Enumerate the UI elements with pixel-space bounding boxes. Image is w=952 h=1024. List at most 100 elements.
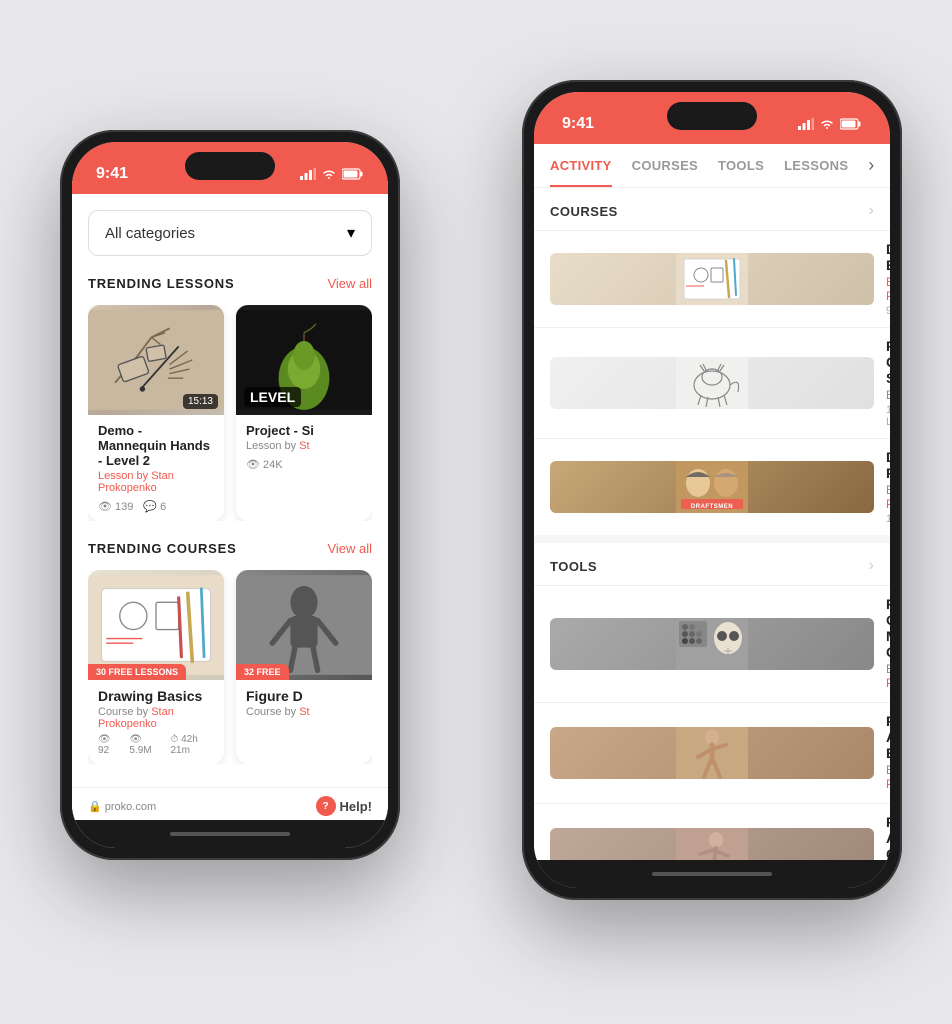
nav-tabs: ACTIVITY COURSES TOOLS LESSONS › <box>534 144 890 188</box>
nav-more-button[interactable]: › <box>868 155 874 176</box>
course-list-title-draftsmen: Draftsmen Podcast <box>886 449 890 481</box>
lesson-info-2: Project - Si Lesson by St 👁 24K <box>236 415 372 479</box>
lesson-thumb-1: 15:13 <box>88 305 224 415</box>
time-right: 9:41 <box>562 115 594 133</box>
course-list-title-ethan: Poses for Artists - Ethan <box>886 713 890 761</box>
category-label: All categories <box>105 225 195 242</box>
course-thumb-1: 30 FREE LESSONS <box>88 570 224 680</box>
lesson-title-1: Demo - Mannequin Hands - Level 2 <box>98 423 214 468</box>
course-list-lessons-proko-sampler: 19 Lessons <box>886 404 890 428</box>
courses-section: COURSES › <box>534 188 890 535</box>
course-card-2[interactable]: 32 FREE Figure D Course by St <box>236 570 372 764</box>
svg-text:DRAFTSMEN: DRAFTSMEN <box>691 504 733 510</box>
draftsmen-thumb: DRAFTSMEN <box>676 461 748 513</box>
left-screen-content: All categories ▾ TRENDING LESSONS View a… <box>72 194 388 848</box>
status-bar-left: 9:41 <box>72 142 388 194</box>
tab-courses[interactable]: COURSES <box>632 144 698 187</box>
course-stats-1: 👁 92 👁 5.9M ⏱ 42h 21m <box>98 734 214 756</box>
tab-lessons[interactable]: LESSONS <box>784 144 848 187</box>
wifi-icon <box>321 168 337 180</box>
lesson-card-1[interactable]: 15:13 Demo - Mannequin Hands - Level 2 L… <box>88 305 224 521</box>
course-list-item-draftsmen[interactable]: DRAFTSMEN Draftsmen Podcast By Stan Prok… <box>534 438 890 535</box>
help-button-left[interactable]: ? Help! <box>316 796 373 816</box>
course-list-item-markers[interactable]: Proko OLO Markers - Grays ... By Stan Pr… <box>534 585 890 702</box>
thumb-christy <box>550 828 874 860</box>
course-list-item-christy[interactable]: Poses for Artists - Christy By Stan Prok… <box>534 803 890 860</box>
home-bar-right <box>652 872 772 876</box>
courses-section-title: COURSES <box>550 204 618 219</box>
course-title-1: Drawing Basics <box>98 688 214 704</box>
battery-icon-right <box>840 118 862 130</box>
left-bottom-bar: 🔒 proko.com ? Help! <box>72 787 388 820</box>
phone-left: 9:41 <box>60 130 400 860</box>
thumb-markers <box>550 618 874 670</box>
left-url: 🔒 proko.com <box>88 800 156 813</box>
courses-section-arrow[interactable]: › <box>869 202 874 220</box>
battery-icon <box>342 168 364 180</box>
course-list-item-drawing-basics[interactable]: Drawing Basics By Stan Prokopenko 92 Les… <box>534 230 890 327</box>
course-list-lessons-draftsmen: 106 Lessons <box>886 513 890 525</box>
time-left: 9:41 <box>96 165 128 183</box>
course-list-title-christy: Poses for Artists - Christy <box>886 814 890 860</box>
trending-courses-view-all[interactable]: View all <box>327 541 372 556</box>
course-free-badge-1: 30 FREE LESSONS <box>88 664 186 680</box>
trending-courses-section: TRENDING COURSES View all <box>88 541 372 764</box>
course-list-info-proko-sampler: Proko Course Sampler By Proko 19 Lessons <box>886 338 890 428</box>
thumb-draftsmen: DRAFTSMEN <box>550 461 874 513</box>
tools-section-header: TOOLS › <box>534 543 890 585</box>
course-cards-row: 30 FREE LESSONS Drawing Basics Course by… <box>88 570 372 764</box>
course-list-info-markers: Proko OLO Markers - Grays ... By Stan Pr… <box>886 596 890 692</box>
lesson-badge-2: LEVEL <box>244 387 301 407</box>
right-screen-content[interactable]: COURSES › <box>534 188 890 860</box>
course-list-info-drawing-basics: Drawing Basics By Stan Prokopenko 92 Les… <box>886 241 890 317</box>
course-list-title-drawing-basics: Drawing Basics <box>886 241 890 273</box>
course-list-info-draftsmen: Draftsmen Podcast By Stan Prokopenko 106… <box>886 449 890 525</box>
course-list-by-drawing-basics: By Stan Prokopenko <box>886 275 890 303</box>
tools-section: TOOLS › <box>534 543 890 860</box>
status-icons-left <box>300 168 364 180</box>
home-bar-left <box>170 832 290 836</box>
thumb-ethan <box>550 727 874 779</box>
lessons-row: 15:13 Demo - Mannequin Hands - Level 2 L… <box>88 305 372 521</box>
course-list-info-christy: Poses for Artists - Christy By Stan Prok… <box>886 814 890 860</box>
status-icons-right <box>798 118 862 130</box>
thumb-drawing-basics <box>550 253 874 305</box>
course-list-item-proko-sampler[interactable]: Proko Course Sampler By Proko 19 Lessons <box>534 327 890 438</box>
lesson-stats-1: 👁 139 💬 6 <box>98 500 214 513</box>
lesson-by-2: Lesson by St <box>246 440 362 452</box>
phone-right: 9:41 <box>522 80 902 900</box>
category-selector[interactable]: All categories ▾ <box>88 210 372 256</box>
trending-courses-title: TRENDING COURSES <box>88 541 237 556</box>
course-info-1: Drawing Basics Course by Stan Prokopenko… <box>88 680 224 764</box>
status-bar-right: 9:41 <box>534 92 890 144</box>
course-list-by-draftsmen: By Stan Prokopenko <box>886 483 890 511</box>
courses-section-header: COURSES › <box>534 188 890 230</box>
phone-right-screen: 9:41 <box>534 92 890 888</box>
trending-courses-header: TRENDING COURSES View all <box>88 541 372 556</box>
course-list-item-ethan[interactable]: Poses for Artists - Ethan By Stan Prokop… <box>534 702 890 803</box>
trending-lessons-view-all[interactable]: View all <box>327 276 372 291</box>
signal-icon-right <box>798 118 814 130</box>
trending-lessons-header: TRENDING LESSONS View all <box>88 276 372 291</box>
home-indicator-left <box>72 820 388 848</box>
course-list-by-markers: By Stan Prokopenko <box>886 662 890 690</box>
tools-section-arrow[interactable]: › <box>869 557 874 575</box>
signal-icon <box>300 168 316 180</box>
scene: 9:41 <box>0 0 952 1024</box>
course-list-by-ethan: By Stan Prokopenko <box>886 763 890 791</box>
course-card-1[interactable]: 30 FREE LESSONS Drawing Basics Course by… <box>88 570 224 764</box>
proko-sampler-thumb <box>676 357 748 409</box>
course-title-2: Figure D <box>246 688 362 704</box>
left-scroll-area[interactable]: All categories ▾ TRENDING LESSONS View a… <box>72 194 388 787</box>
home-indicator-right <box>534 860 890 888</box>
course-list-lessons-drawing-basics: 92 Lessons <box>886 305 890 317</box>
markers-thumb <box>676 618 748 670</box>
tab-tools[interactable]: TOOLS <box>718 144 764 187</box>
lesson-card-2[interactable]: LEVEL Project - Si Lesson by St 👁 24K <box>236 305 372 521</box>
lesson-title-2: Project - Si <box>246 423 362 438</box>
lesson-stats-2: 👁 24K <box>246 458 362 471</box>
course-free-badge-2: 32 FREE <box>236 664 289 680</box>
course-list-by-proko-sampler: By Proko <box>886 388 890 402</box>
wifi-icon-right <box>819 118 835 130</box>
tab-activity[interactable]: ACTIVITY <box>550 144 612 187</box>
